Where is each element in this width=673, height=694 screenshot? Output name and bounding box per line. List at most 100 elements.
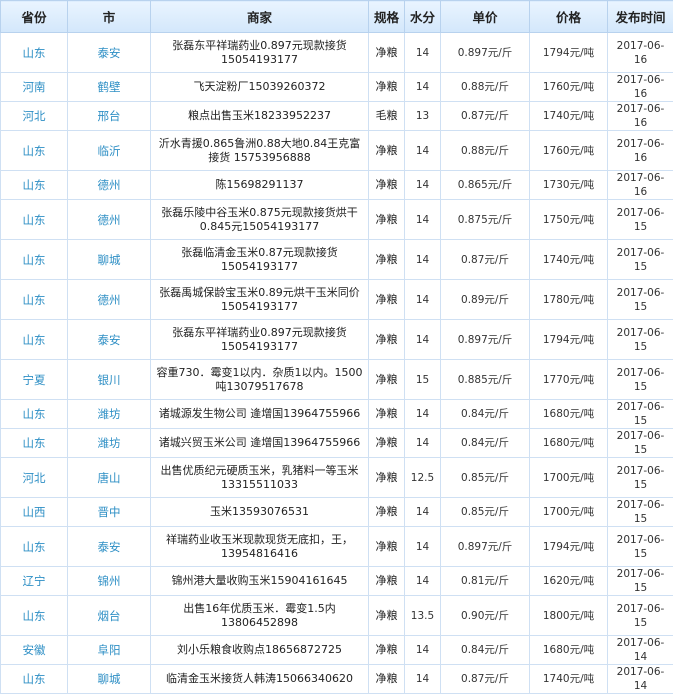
spec-cell: 净粮	[369, 240, 405, 280]
merchant-cell: 锦州港大量收购玉米15904161645	[151, 567, 369, 596]
province-cell[interactable]: 安徽	[1, 636, 68, 665]
moisture-cell: 14	[405, 131, 441, 171]
province-cell[interactable]: 河南	[1, 73, 68, 102]
table-row: 河北邢台粮点出售玉米18233952237毛粮130.87元/斤1740元/吨2…	[1, 102, 673, 131]
merchant-cell: 祥瑞药业收玉米现款现货无底扣，王，13954816416	[151, 527, 369, 567]
spec-cell: 净粮	[369, 131, 405, 171]
date-cell: 2017-06-15	[608, 527, 673, 567]
city-cell[interactable]: 德州	[68, 280, 151, 320]
unit-price-cell: 0.897元/斤	[441, 320, 530, 360]
city-cell[interactable]: 邢台	[68, 102, 151, 131]
unit-price-cell: 0.865元/斤	[441, 171, 530, 200]
date-cell: 2017-06-15	[608, 240, 673, 280]
city-cell[interactable]: 泰安	[68, 320, 151, 360]
price-cell: 1770元/吨	[530, 360, 608, 400]
city-cell[interactable]: 鹤壁	[68, 73, 151, 102]
unit-price-cell: 0.84元/斤	[441, 429, 530, 458]
date-cell: 2017-06-16	[608, 73, 673, 102]
province-cell[interactable]: 河北	[1, 102, 68, 131]
price-cell: 1794元/吨	[530, 527, 608, 567]
city-cell[interactable]: 德州	[68, 171, 151, 200]
table-body: 山东泰安张磊东平祥瑞药业0.897元现款接货15054193177净粮140.8…	[1, 33, 673, 694]
spec-cell: 净粮	[369, 665, 405, 694]
price-cell: 1760元/吨	[530, 73, 608, 102]
city-cell[interactable]: 潍坊	[68, 429, 151, 458]
merchant-cell: 张磊东平祥瑞药业0.897元现款接货15054193177	[151, 320, 369, 360]
date-cell: 2017-06-16	[608, 171, 673, 200]
city-cell[interactable]: 泰安	[68, 33, 151, 73]
header-merchant: 商家	[151, 1, 369, 33]
city-cell[interactable]: 聊城	[68, 240, 151, 280]
province-cell[interactable]: 山东	[1, 131, 68, 171]
moisture-cell: 14	[405, 429, 441, 458]
moisture-cell: 14	[405, 400, 441, 429]
province-cell[interactable]: 山东	[1, 429, 68, 458]
city-cell[interactable]: 临沂	[68, 131, 151, 171]
date-cell: 2017-06-15	[608, 200, 673, 240]
merchant-cell: 诸城源发生物公司 逄增国13964755966	[151, 400, 369, 429]
price-cell: 1740元/吨	[530, 240, 608, 280]
merchant-cell: 出售16年优质玉米．霉变1.5内13806452898	[151, 596, 369, 636]
province-cell[interactable]: 山东	[1, 171, 68, 200]
price-cell: 1780元/吨	[530, 280, 608, 320]
province-cell[interactable]: 辽宁	[1, 567, 68, 596]
province-cell[interactable]: 山东	[1, 596, 68, 636]
city-cell[interactable]: 烟台	[68, 596, 151, 636]
province-cell[interactable]: 河北	[1, 458, 68, 498]
city-cell[interactable]: 晋中	[68, 498, 151, 527]
merchant-cell: 飞天淀粉厂15039260372	[151, 73, 369, 102]
province-cell[interactable]: 山东	[1, 280, 68, 320]
city-cell[interactable]: 泰安	[68, 527, 151, 567]
province-cell[interactable]: 山东	[1, 400, 68, 429]
province-cell[interactable]: 山东	[1, 200, 68, 240]
city-cell[interactable]: 聊城	[68, 665, 151, 694]
moisture-cell: 14	[405, 527, 441, 567]
province-cell[interactable]: 宁夏	[1, 360, 68, 400]
province-cell[interactable]: 山东	[1, 665, 68, 694]
merchant-cell: 沂水青援0.865鲁洲0.88大地0.84王克富接货 15753956888	[151, 131, 369, 171]
city-cell[interactable]: 潍坊	[68, 400, 151, 429]
unit-price-cell: 0.90元/斤	[441, 596, 530, 636]
date-cell: 2017-06-15	[608, 360, 673, 400]
province-cell[interactable]: 山东	[1, 527, 68, 567]
spec-cell: 净粮	[369, 596, 405, 636]
table-row: 山东泰安张磊东平祥瑞药业0.897元现款接货15054193177净粮140.8…	[1, 320, 673, 360]
spec-cell: 净粮	[369, 73, 405, 102]
spec-cell: 净粮	[369, 458, 405, 498]
header-moisture: 水分	[405, 1, 441, 33]
moisture-cell: 14	[405, 240, 441, 280]
price-cell: 1740元/吨	[530, 102, 608, 131]
city-cell[interactable]: 唐山	[68, 458, 151, 498]
price-cell: 1620元/吨	[530, 567, 608, 596]
table-row: 山东聊城张磊临清金玉米0.87元现款接货15054193177净粮140.87元…	[1, 240, 673, 280]
table-row: 山西晋中玉米13593076531净粮140.85元/斤1700元/吨2017-…	[1, 498, 673, 527]
spec-cell: 净粮	[369, 360, 405, 400]
table-row: 山东德州张磊乐陵中谷玉米0.875元现款接货烘干0.845元1505419317…	[1, 200, 673, 240]
city-cell[interactable]: 锦州	[68, 567, 151, 596]
header-province: 省份	[1, 1, 68, 33]
province-cell[interactable]: 山东	[1, 33, 68, 73]
date-cell: 2017-06-16	[608, 102, 673, 131]
table-row: 河北唐山出售优质纪元硬质玉米，乳猪料一等玉米13315511033净粮12.50…	[1, 458, 673, 498]
unit-price-cell: 0.88元/斤	[441, 131, 530, 171]
province-cell[interactable]: 山东	[1, 320, 68, 360]
price-cell: 1760元/吨	[530, 131, 608, 171]
merchant-cell: 张磊乐陵中谷玉米0.875元现款接货烘干0.845元15054193177	[151, 200, 369, 240]
date-cell: 2017-06-15	[608, 320, 673, 360]
price-cell: 1750元/吨	[530, 200, 608, 240]
province-cell[interactable]: 山东	[1, 240, 68, 280]
city-cell[interactable]: 阜阳	[68, 636, 151, 665]
unit-price-cell: 0.875元/斤	[441, 200, 530, 240]
table-row: 山东泰安张磊东平祥瑞药业0.897元现款接货15054193177净粮140.8…	[1, 33, 673, 73]
spec-cell: 净粮	[369, 320, 405, 360]
province-cell[interactable]: 山西	[1, 498, 68, 527]
table-row: 辽宁锦州锦州港大量收购玉米15904161645净粮140.81元/斤1620元…	[1, 567, 673, 596]
city-cell[interactable]: 银川	[68, 360, 151, 400]
unit-price-cell: 0.85元/斤	[441, 458, 530, 498]
merchant-cell: 粮点出售玉米18233952237	[151, 102, 369, 131]
city-cell[interactable]: 德州	[68, 200, 151, 240]
unit-price-cell: 0.81元/斤	[441, 567, 530, 596]
date-cell: 2017-06-16	[608, 33, 673, 73]
header-date: 发布时间	[608, 1, 673, 33]
price-cell: 1680元/吨	[530, 429, 608, 458]
